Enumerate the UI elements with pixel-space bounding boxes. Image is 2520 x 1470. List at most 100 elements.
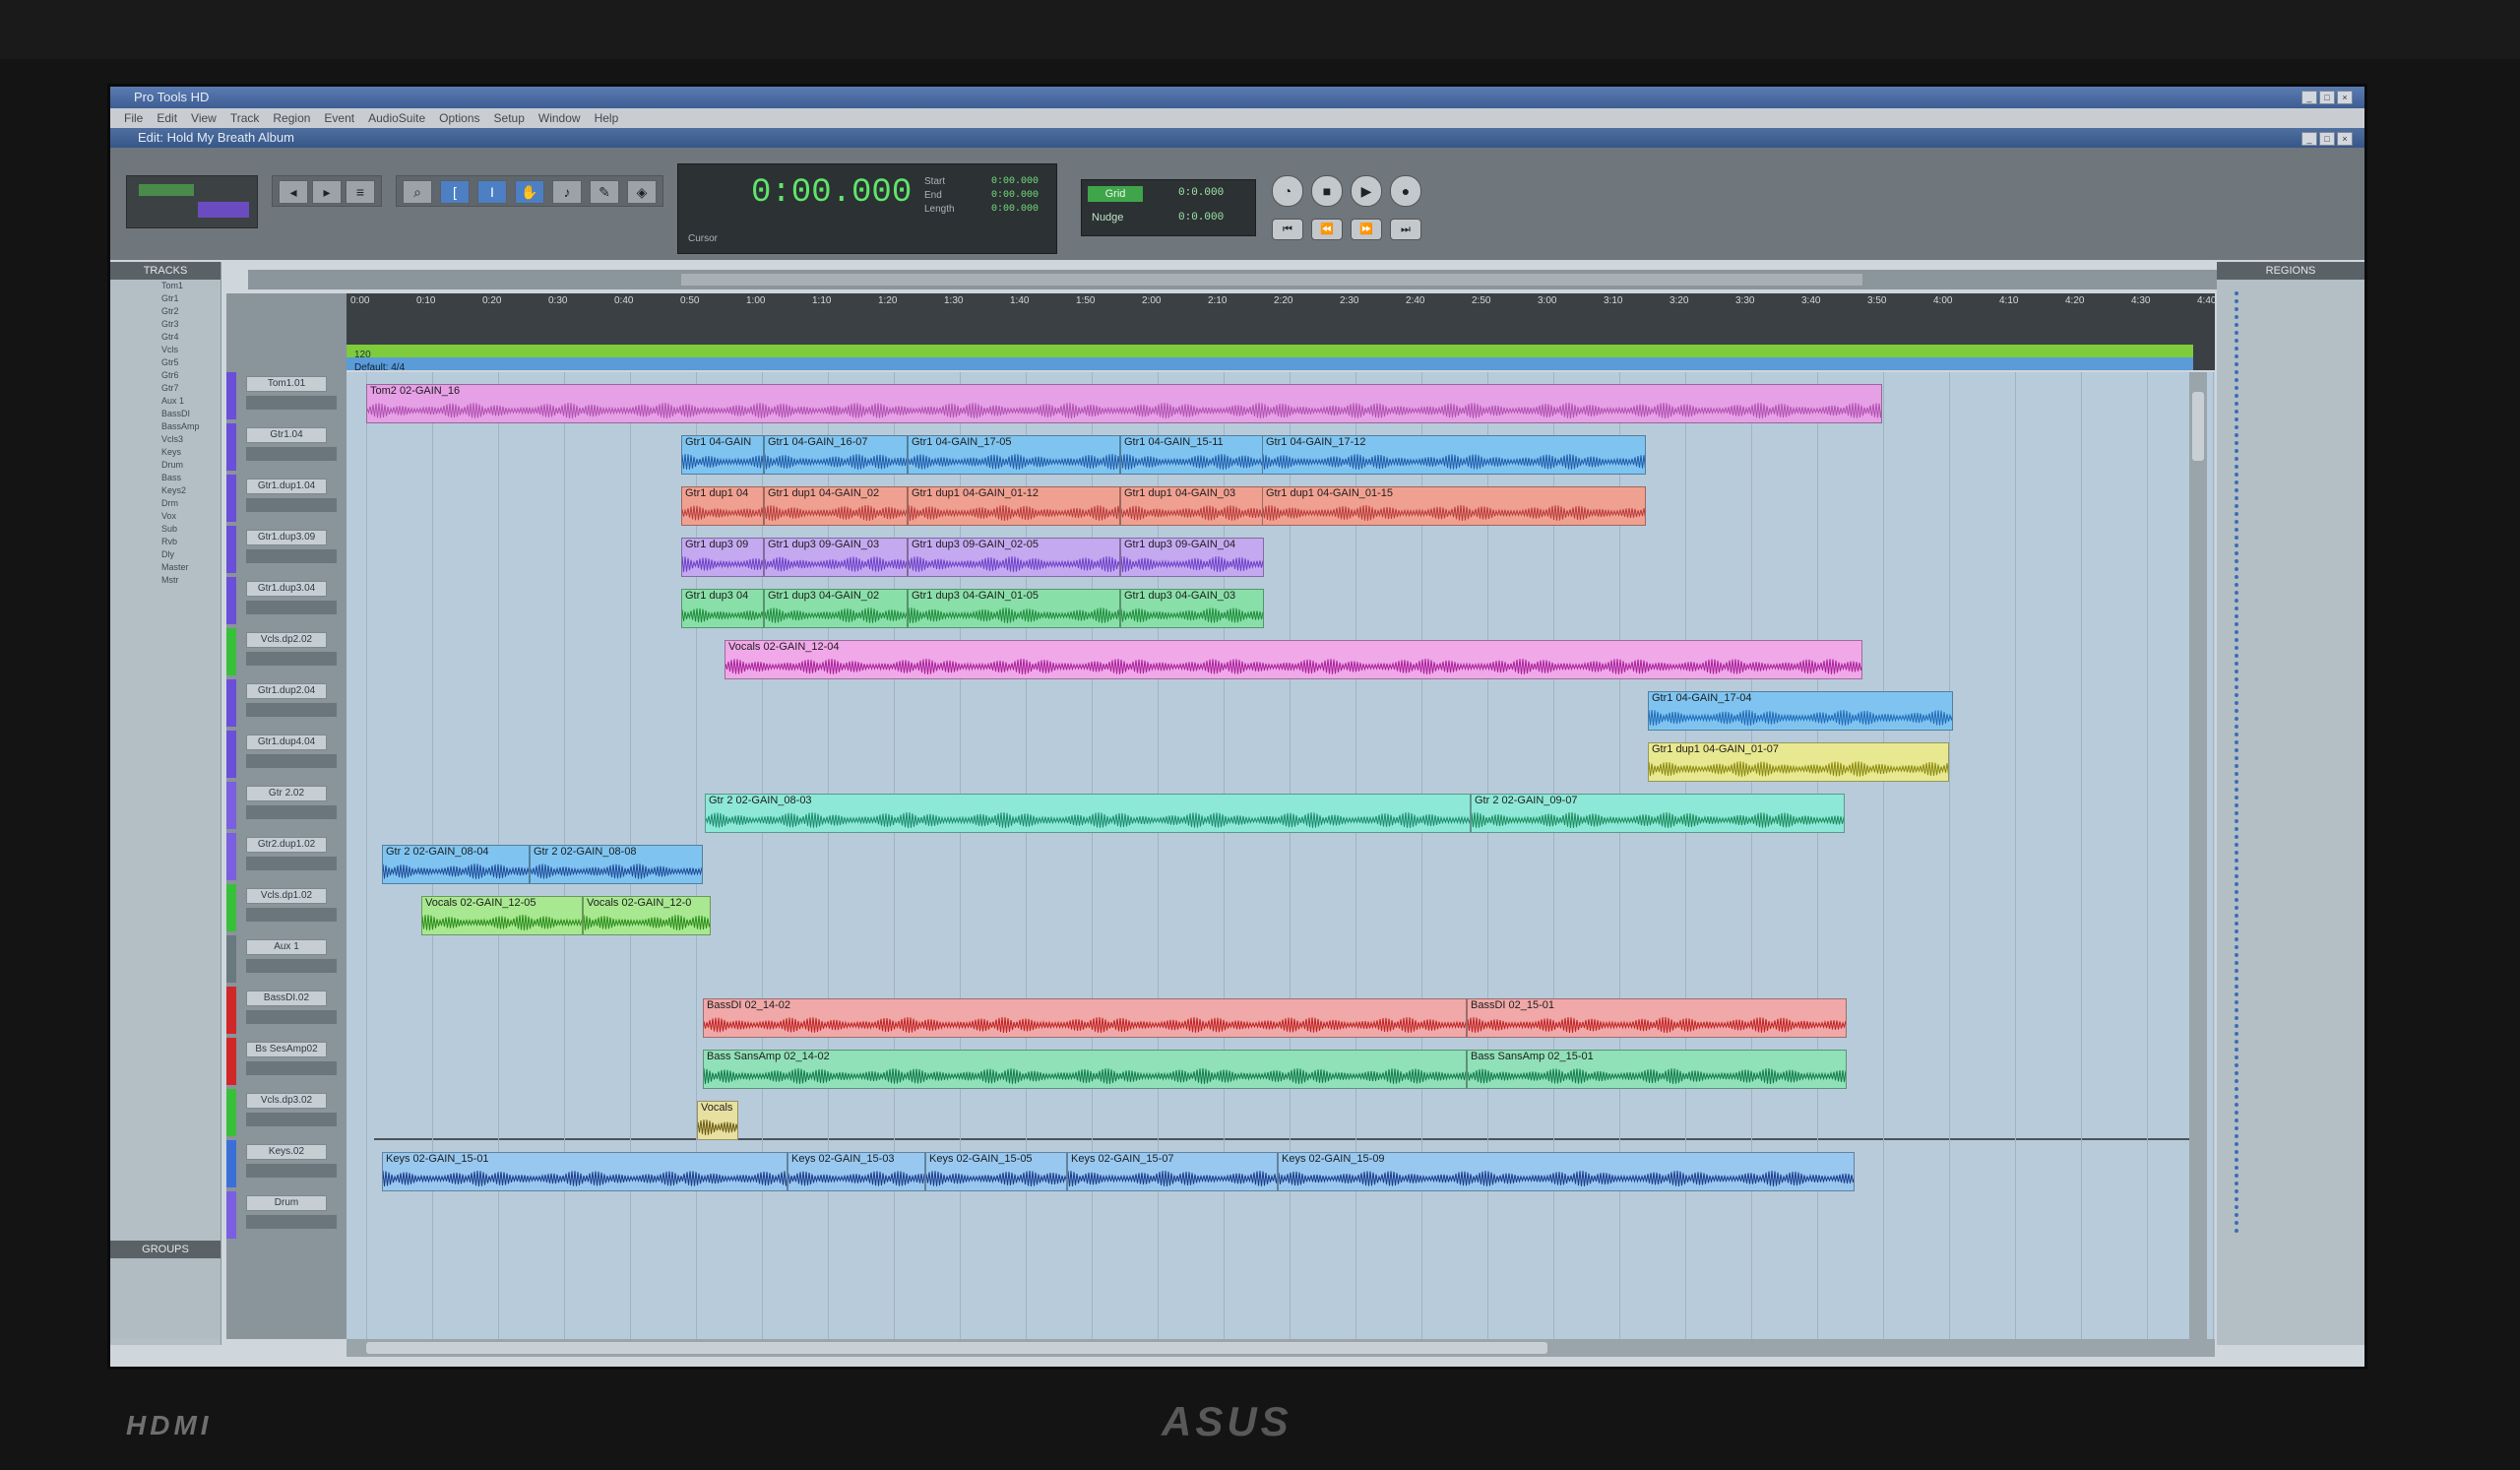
region-list-item[interactable] — [2235, 520, 2238, 524]
track-name[interactable]: Vcls.dp1.02 — [246, 888, 327, 904]
region-list-item[interactable] — [2235, 354, 2238, 358]
region-list-item[interactable] — [2235, 1150, 2238, 1154]
audio-region[interactable]: Gtr1 dup1 04-GAIN_01-15 — [1262, 486, 1646, 526]
audio-region[interactable]: Gtr 2 02-GAIN_08-04 — [382, 845, 530, 884]
edit-maximize-icon[interactable]: □ — [2319, 132, 2335, 146]
region-list-item[interactable] — [2235, 1016, 2238, 1020]
tracks-list-item[interactable]: Gtr6 — [110, 369, 220, 382]
track-name[interactable]: BassDI.02 — [246, 991, 327, 1006]
tracks-list-item[interactable]: Gtr7 — [110, 382, 220, 395]
track-buttons[interactable] — [246, 857, 337, 870]
track-name[interactable]: Gtr1.dup3.04 — [246, 581, 327, 597]
audio-region[interactable]: Gtr1 dup3 04 — [681, 589, 764, 628]
main-counter-value[interactable]: 0:00.000 — [751, 174, 912, 212]
track-buttons[interactable] — [246, 1010, 337, 1024]
region-list-item[interactable] — [2235, 1118, 2238, 1122]
region-list-item[interactable] — [2235, 331, 2238, 335]
region-list-item[interactable] — [2235, 953, 2238, 957]
grid-mode-indicator[interactable] — [198, 202, 249, 218]
overview-visible-range[interactable] — [681, 274, 1862, 286]
audio-region[interactable]: Gtr1 04-GAIN — [681, 435, 764, 475]
audio-region[interactable]: Gtr1 04-GAIN_17-12 — [1262, 435, 1646, 475]
tracks-list-item[interactable]: Gtr2 — [110, 305, 220, 318]
vertical-scrollbar[interactable] — [2189, 372, 2207, 1339]
tempo-ruler[interactable]: 120 — [346, 345, 2193, 360]
region-list-item[interactable] — [2235, 827, 2238, 831]
menu-item[interactable]: AudioSuite — [368, 111, 425, 125]
region-list-item[interactable] — [2235, 740, 2238, 744]
region-list-item[interactable] — [2235, 1087, 2238, 1091]
online-icon[interactable]: ◔ — [1272, 175, 1303, 207]
go-to-end-icon[interactable]: ⏭ — [1390, 219, 1421, 240]
region-list-item[interactable] — [2235, 599, 2238, 603]
region-list-item[interactable] — [2235, 677, 2238, 681]
region-list-item[interactable] — [2235, 843, 2238, 847]
region-list-item[interactable] — [2235, 709, 2238, 713]
region-list-item[interactable] — [2235, 914, 2238, 918]
region-list-item[interactable] — [2235, 402, 2238, 406]
close-icon[interactable]: × — [2337, 91, 2353, 104]
audio-region[interactable]: Vocals — [697, 1101, 738, 1140]
grid-value[interactable]: 0:0.000 — [1178, 187, 1224, 199]
scrubber-tool-icon[interactable]: ♪ — [552, 180, 582, 204]
edit-minimize-icon[interactable]: _ — [2301, 132, 2317, 146]
region-list-item[interactable] — [2235, 607, 2238, 610]
region-list-item[interactable] — [2235, 819, 2238, 823]
track-name[interactable]: Bs SesAmp02 — [246, 1042, 327, 1057]
audio-region[interactable]: BassDI 02_14-02 — [703, 998, 1467, 1038]
length-value[interactable]: 0:00.000 — [991, 204, 1039, 215]
region-list-item[interactable] — [2235, 1048, 2238, 1052]
track-buttons[interactable] — [246, 498, 337, 512]
audio-region[interactable]: BassDI 02_15-01 — [1467, 998, 1847, 1038]
region-list-item[interactable] — [2235, 811, 2238, 815]
audio-region[interactable]: Keys 02-GAIN_15-05 — [925, 1152, 1067, 1191]
universe-overview[interactable] — [248, 270, 2217, 289]
fast-forward-icon[interactable]: ⏩ — [1351, 219, 1382, 240]
audio-region[interactable]: Gtr1 dup3 09-GAIN_04 — [1120, 538, 1264, 577]
region-list-item[interactable] — [2235, 1055, 2238, 1059]
track-name[interactable]: Vcls.dp2.02 — [246, 632, 327, 648]
edit-timeline[interactable]: Tom2 02-GAIN_16 Gtr1 04-GAIN Gtr1 04-GAIN_… — [346, 372, 2215, 1339]
track-header[interactable]: Bs SesAmp02 — [226, 1038, 346, 1085]
trim-tool-icon[interactable]: [ — [440, 180, 470, 204]
menu-item[interactable]: Options — [439, 111, 479, 125]
track-header[interactable]: Gtr1.04 — [226, 423, 346, 471]
region-list-item[interactable] — [2235, 1213, 2238, 1217]
tracks-list-item[interactable]: Aux 1 — [110, 395, 220, 408]
region-list-item[interactable] — [2235, 457, 2238, 461]
grid-button[interactable]: Grid — [1088, 186, 1143, 202]
nudge-label[interactable]: Nudge — [1092, 212, 1123, 224]
track-header[interactable]: Aux 1 — [226, 935, 346, 983]
play-icon[interactable]: ▶ — [1351, 175, 1382, 207]
region-list-item[interactable] — [2235, 528, 2238, 532]
region-list-item[interactable] — [2235, 803, 2238, 807]
menu-item[interactable]: Window — [538, 111, 581, 125]
track-buttons[interactable] — [246, 805, 337, 819]
start-value[interactable]: 0:00.000 — [991, 176, 1039, 187]
region-list-item[interactable] — [2235, 992, 2238, 996]
region-list-item[interactable] — [2235, 701, 2238, 705]
audio-region[interactable]: Gtr1 dup1 04-GAIN_01-07 — [1648, 742, 1949, 782]
track-buttons[interactable] — [246, 549, 337, 563]
end-value[interactable]: 0:00.000 — [991, 190, 1039, 201]
region-list-item[interactable] — [2235, 859, 2238, 863]
region-list-item[interactable] — [2235, 748, 2238, 752]
edit-close-icon[interactable]: × — [2337, 132, 2353, 146]
maximize-icon[interactable]: □ — [2319, 91, 2335, 104]
region-list-item[interactable] — [2235, 764, 2238, 768]
track-header[interactable]: Gtr1.dup3.09 — [226, 526, 346, 573]
region-list-item[interactable] — [2235, 756, 2238, 760]
region-list-item[interactable] — [2235, 504, 2238, 508]
tracks-list-item[interactable]: Keys2 — [110, 484, 220, 497]
tracks-list-item[interactable]: Drm — [110, 497, 220, 510]
audio-region[interactable]: Keys 02-GAIN_15-07 — [1067, 1152, 1278, 1191]
region-list-item[interactable] — [2235, 1040, 2238, 1044]
audio-region[interactable]: Gtr 2 02-GAIN_08-08 — [530, 845, 703, 884]
audio-region[interactable]: Vocals 02-GAIN_12-05 — [421, 896, 583, 935]
tracks-list-item[interactable]: Rvb — [110, 536, 220, 548]
region-list-item[interactable] — [2235, 536, 2238, 540]
region-list-item[interactable] — [2235, 291, 2238, 295]
region-list-item[interactable] — [2235, 898, 2238, 902]
region-list-item[interactable] — [2235, 662, 2238, 666]
region-list-item[interactable] — [2235, 1079, 2238, 1083]
